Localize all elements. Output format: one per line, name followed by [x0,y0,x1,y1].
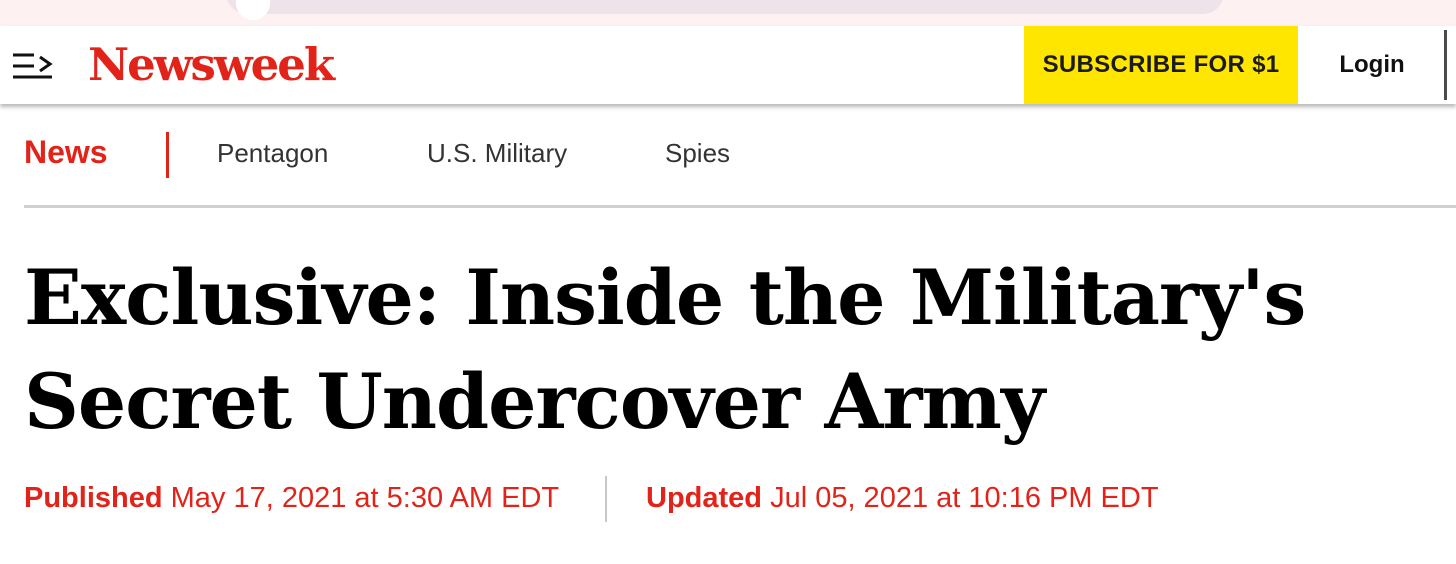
nav-link-pentagon[interactable]: Pentagon [217,138,328,169]
updated-date: Jul 05, 2021 at 10:16 PM EDT [770,482,1159,514]
login-button[interactable]: Login [1298,26,1446,104]
nav-link-us-military[interactable]: U.S. Military [427,138,567,169]
subscribe-button[interactable]: SUBSCRIBE FOR $1 [1024,26,1298,104]
newsweek-logo[interactable]: Newsweek [88,38,335,92]
site-header: Newsweek SUBSCRIBE FOR $1 Login [0,26,1456,104]
published-label: Published [24,482,163,514]
article-headline: Exclusive: Inside the Military's Secret … [24,253,1306,446]
browser-url-bar[interactable] [226,0,1224,14]
published-info: Published May 17, 2021 at 5:30 AM EDT [24,482,559,515]
section-nav: News Pentagon U.S. Military Spies [24,120,1456,208]
nav-link-spies[interactable]: Spies [665,138,730,169]
browser-top-strip [0,0,1456,26]
menu-icon[interactable] [12,52,56,80]
meta-divider [605,476,607,522]
updated-info: Updated Jul 05, 2021 at 10:16 PM EDT [646,482,1159,515]
published-date: May 17, 2021 at 5:30 AM EDT [170,482,560,514]
section-divider [166,132,169,178]
section-label-news[interactable]: News [24,134,108,171]
header-edge-divider [1444,30,1447,100]
updated-label: Updated [646,482,762,514]
browser-url-icon [236,0,270,20]
